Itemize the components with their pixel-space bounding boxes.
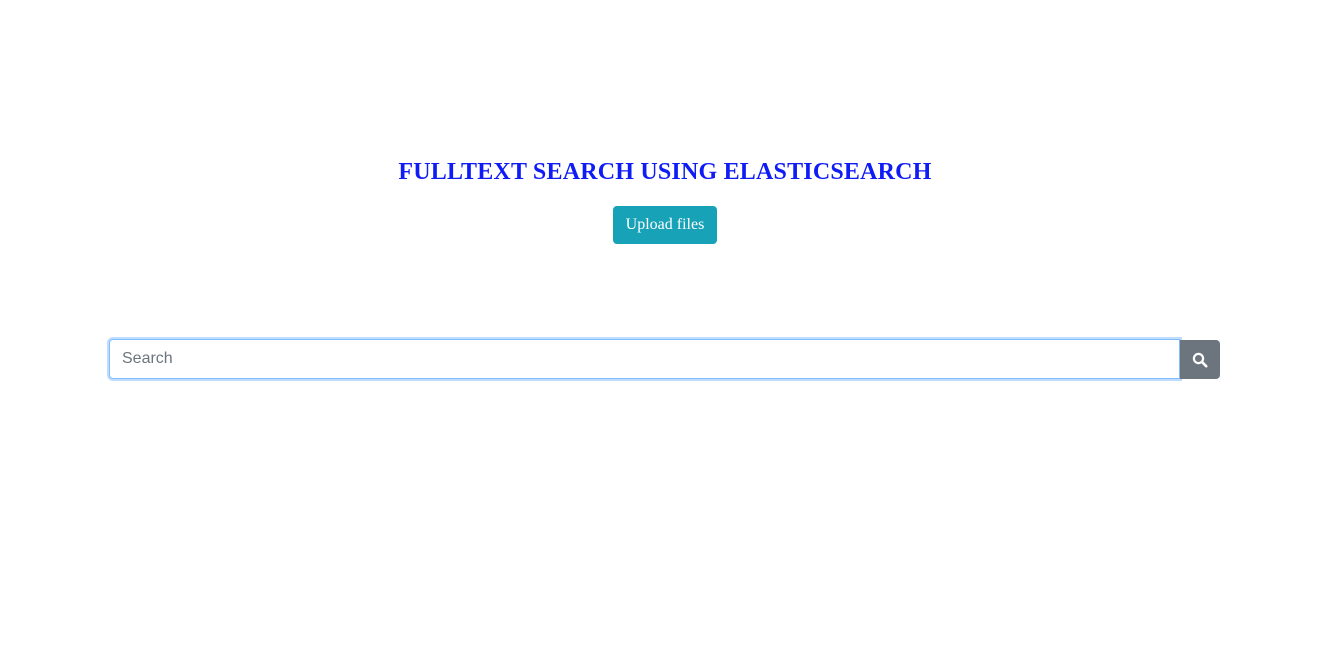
search-input[interactable] [109,339,1181,379]
upload-files-button[interactable]: Upload files [613,206,717,244]
page-title: FULLTEXT SEARCH USING ELASTICSEARCH [398,159,932,185]
page: FULLTEXT SEARCH USING ELASTICSEARCH Uplo… [0,0,1337,653]
search-icon [1192,352,1208,367]
search-button[interactable] [1180,340,1220,379]
search-bar [109,339,1220,379]
